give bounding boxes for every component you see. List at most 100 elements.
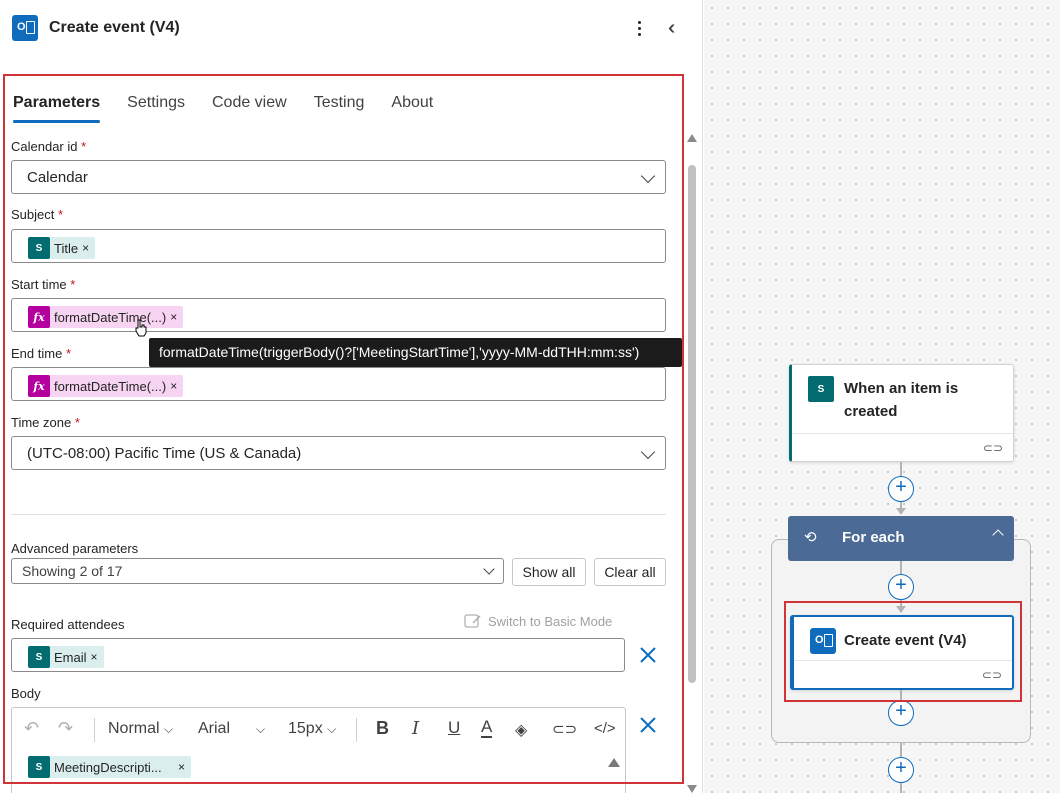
end-time-input[interactable]: fx formatDateTime(...) × [11,367,666,401]
remove-token-icon[interactable]: × [178,760,185,774]
tab-code-view[interactable]: Code view [212,94,287,123]
title-token[interactable]: S Title × [28,237,96,259]
add-step-button[interactable]: + [888,757,914,783]
connector-line [900,690,902,700]
more-options-icon[interactable] [628,16,650,40]
scroll-down-icon[interactable] [687,785,697,793]
redo-icon[interactable]: ↷ [58,718,73,739]
edit-icon [464,614,481,628]
node-footer: ⊂⊃ [794,660,1012,688]
section-divider [11,514,666,515]
tab-settings[interactable]: Settings [127,94,185,123]
clear-all-button[interactable]: Clear all [594,558,666,586]
chevron-up-icon[interactable] [992,529,1004,541]
add-step-button[interactable]: + [888,476,914,502]
font-color-icon[interactable]: A [481,717,493,738]
tab-about[interactable]: About [391,94,433,123]
font-family-dropdown[interactable]: Arial ⌵ [198,720,265,738]
time-zone-select[interactable]: (UTC-08:00) Pacific Time (US & Canada) [11,436,666,470]
toolbar-separator [94,718,95,742]
action-details-panel: O Create event (V4) ‹‹ Parameters Settin… [0,0,703,793]
calendar-id-select[interactable]: Calendar [11,160,666,194]
start-time-expression-token[interactable]: fx formatDateTime(...) × [28,306,184,328]
calendar-id-value: Calendar [27,169,88,186]
tab-testing[interactable]: Testing [314,94,365,123]
advanced-parameters-label: Advanced parameters [11,541,139,556]
remove-parameter-icon[interactable] [638,715,658,735]
font-size-dropdown[interactable]: 15px ⌵ [288,720,336,738]
email-token[interactable]: S Email × [28,646,104,668]
sharepoint-icon: S [808,376,834,402]
start-time-input[interactable]: fx formatDateTime(...) × [11,298,666,332]
connector-line [900,783,902,793]
start-time-label: Start time * [11,277,76,292]
expression-tooltip: formatDateTime(triggerBody()?['MeetingSt… [149,338,682,367]
tab-parameters[interactable]: Parameters [13,94,101,123]
end-time-label: End time * [11,346,71,361]
create-event-node[interactable]: O Create event (V4) ⊂⊃ [790,615,1014,690]
calendar-id-label: Calendar id * [11,139,87,154]
scroll-up-icon[interactable] [687,134,697,142]
scrollbar-thumb[interactable] [688,165,696,683]
sharepoint-icon: S [28,646,50,668]
italic-icon[interactable]: I [412,718,419,739]
underline-icon[interactable]: U [448,718,460,738]
action-title: Create event (V4) [844,632,967,649]
chevron-down-icon [640,168,656,184]
editor-scroll-up-icon[interactable] [608,758,620,767]
body-rich-text-editor[interactable]: ↶ ↷ Normal ⌵ Arial ⌵ 15px ⌵ B I U A ◈ ⊂⊃ … [11,707,626,793]
rich-text-toolbar: ↶ ↷ Normal ⌵ Arial ⌵ 15px ⌵ B I U A ◈ ⊂⊃ … [12,708,625,752]
remove-token-icon[interactable]: × [170,310,177,324]
function-icon: fx [28,375,50,397]
code-view-icon[interactable]: </> [594,720,616,737]
add-step-button[interactable]: + [888,574,914,600]
undo-icon[interactable]: ↶ [24,718,39,739]
toolbar-separator [356,718,357,742]
required-attendees-input[interactable]: S Email × [11,638,625,672]
add-step-button[interactable]: + [888,700,914,726]
connector-line [900,561,902,575]
switch-to-basic-mode-button[interactable]: Switch to Basic Mode [464,613,612,629]
tab-bar: Parameters Settings Code view Testing Ab… [13,94,460,123]
advanced-parameters-select[interactable]: Showing 2 of 17 [11,558,504,584]
sharepoint-icon: S [28,237,50,259]
collapse-panel-icon[interactable]: ‹‹ [668,16,677,40]
body-label: Body [11,686,41,701]
remove-token-icon[interactable]: × [170,379,177,393]
sharepoint-icon: S [28,756,50,778]
required-attendees-label: Required attendees [11,617,125,632]
remove-token-icon[interactable]: × [91,650,98,664]
link-icon: ⊂⊃ [981,668,1002,682]
block-style-dropdown[interactable]: Normal ⌵ [108,720,173,738]
show-all-button[interactable]: Show all [512,558,586,586]
panel-title: Create event (V4) [49,19,180,36]
foreach-header[interactable]: ⟲ For each [788,516,1014,561]
link-icon[interactable]: ⊂⊃ [552,720,577,738]
link-icon: ⊂⊃ [982,441,1003,455]
hand-cursor-icon [135,319,147,337]
arrow-down-icon [896,508,906,515]
trigger-node[interactable]: S When an item is created ⊂⊃ [789,364,1014,462]
flow-designer-canvas[interactable]: S When an item is created ⊂⊃ + ⟲ For eac… [704,0,1060,793]
highlight-color-icon[interactable]: ◈ [515,720,527,740]
time-zone-value: (UTC-08:00) Pacific Time (US & Canada) [27,445,302,462]
bold-icon[interactable]: B [376,718,389,739]
time-zone-label: Time zone * [11,415,80,430]
loop-icon: ⟲ [804,529,817,546]
trigger-title: When an item is created [844,380,959,420]
node-footer: ⊂⊃ [792,433,1013,461]
foreach-title: For each [842,529,905,546]
outlook-icon: O [810,628,836,654]
chevron-down-icon [640,444,656,460]
function-icon: fx [28,306,50,328]
remove-token-icon[interactable]: × [82,241,89,255]
subject-input[interactable]: S Title × [11,229,666,263]
meeting-description-token[interactable]: S MeetingDescripti... × [28,756,191,778]
chevron-down-icon [483,563,495,575]
remove-parameter-icon[interactable] [638,645,658,665]
advanced-parameters-value: Showing 2 of 17 [22,563,123,579]
subject-label: Subject * [11,207,64,222]
end-time-expression-token[interactable]: fx formatDateTime(...) × [28,375,184,397]
panel-scrollbar[interactable] [686,132,698,793]
outlook-icon: O [12,15,38,41]
